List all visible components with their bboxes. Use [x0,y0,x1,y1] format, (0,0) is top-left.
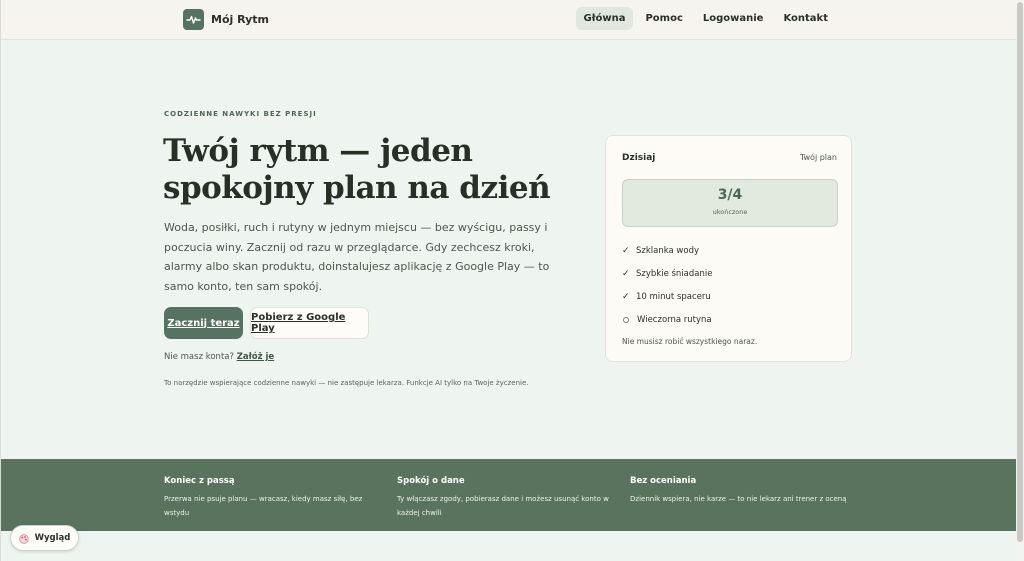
nav-item-kontakt[interactable]: Kontakt [775,7,836,30]
hero-description: Woda, posiłki, ruch i rutyny w jednym mi… [164,221,550,293]
page: Mój Rytm Główna Pomoc Logowanie Kontakt … [0,0,1016,561]
task-item[interactable]: Wieczorna rutyna [622,308,838,331]
brand-name: Mój Rytm [211,13,269,26]
today-card: Dzisiaj Twój plan 3/4 ukończone ✓ Szklan… [605,135,852,362]
pulse-logo-icon [183,9,204,30]
today-card-subtitle: Twój plan [799,153,837,162]
today-card-title: Dzisiaj [622,153,656,163]
value-title: Koniec z passą [164,476,235,486]
scrollbar[interactable] [1016,0,1024,561]
hero-title: Twój rytm — jeden spokojny plan na dzień [163,133,551,206]
value-item: Bez oceniania Dziennik wspiera, nie karz… [630,476,850,506]
empty-circle-icon [623,316,629,323]
signup-link[interactable]: Załóż je [237,352,274,362]
nav-item-pomoc[interactable]: Pomoc [637,7,690,30]
hero-eyebrow: CODZIENNE NAWYKI BEZ PRESJI [164,110,317,118]
checkmark-icon: ✓ [622,245,630,256]
value-text: Dziennik wspiera, nie karze — to nie lek… [630,495,847,503]
site-header: Mój Rytm Główna Pomoc Logowanie Kontakt [1,0,1016,40]
appearance-toggle-button[interactable]: Wygląd [10,525,79,551]
signup-prompt-text: Nie masz konta? [164,352,234,362]
progress-value: 3/4 [717,187,743,203]
today-card-note: Nie musisz robić wszystkiego naraz. [622,337,758,346]
scrollbar-thumb[interactable] [1017,2,1023,542]
task-item[interactable]: ✓ Szybkie śniadanie [622,262,838,285]
checkmark-icon: ✓ [622,291,630,302]
task-item[interactable]: ✓ Szklanka wody [622,239,838,262]
task-label: Wieczorna rutyna [637,314,712,325]
progress-summary: 3/4 ukończone [622,179,838,227]
task-list: ✓ Szklanka wody ✓ Szybkie śniadanie ✓ 10… [622,239,838,331]
task-label: Szybkie śniadanie [636,268,713,279]
task-label: 10 minut spaceru [636,291,711,302]
progress-label: ukończone [712,208,748,216]
appearance-label: Wygląd [34,533,71,543]
start-now-button[interactable]: Zacznij teraz [164,307,243,339]
nav-item-logowanie[interactable]: Logowanie [695,7,772,30]
value-text: Ty włączasz zgody, pobierasz dane i może… [397,495,609,517]
main-nav: Główna Pomoc Logowanie Kontakt [575,7,836,30]
palette-icon [18,529,29,548]
value-item: Spokój o dane Ty włączasz zgody, pobiera… [397,476,617,520]
task-item[interactable]: ✓ 10 minut spaceru [622,285,838,308]
brand[interactable]: Mój Rytm [183,9,269,30]
google-play-button[interactable]: Pobierz z Google Play [250,307,369,339]
value-title: Bez oceniania [630,476,697,486]
nav-item-glowna[interactable]: Główna [575,7,634,30]
checkmark-icon: ✓ [622,268,630,279]
value-text: Przerwa nie psuje planu — wracasz, kiedy… [164,495,363,517]
disclaimer: To narzędzie wspierające codzienne nawyk… [164,379,529,387]
value-item: Koniec z passą Przerwa nie psuje planu —… [164,476,384,520]
value-title: Spokój o dane [397,476,465,486]
values-band: Koniec z passą Przerwa nie psuje planu —… [1,459,1016,531]
signup-prompt: Nie masz konta? Załóż je [164,352,274,362]
task-label: Szklanka wody [636,245,699,256]
